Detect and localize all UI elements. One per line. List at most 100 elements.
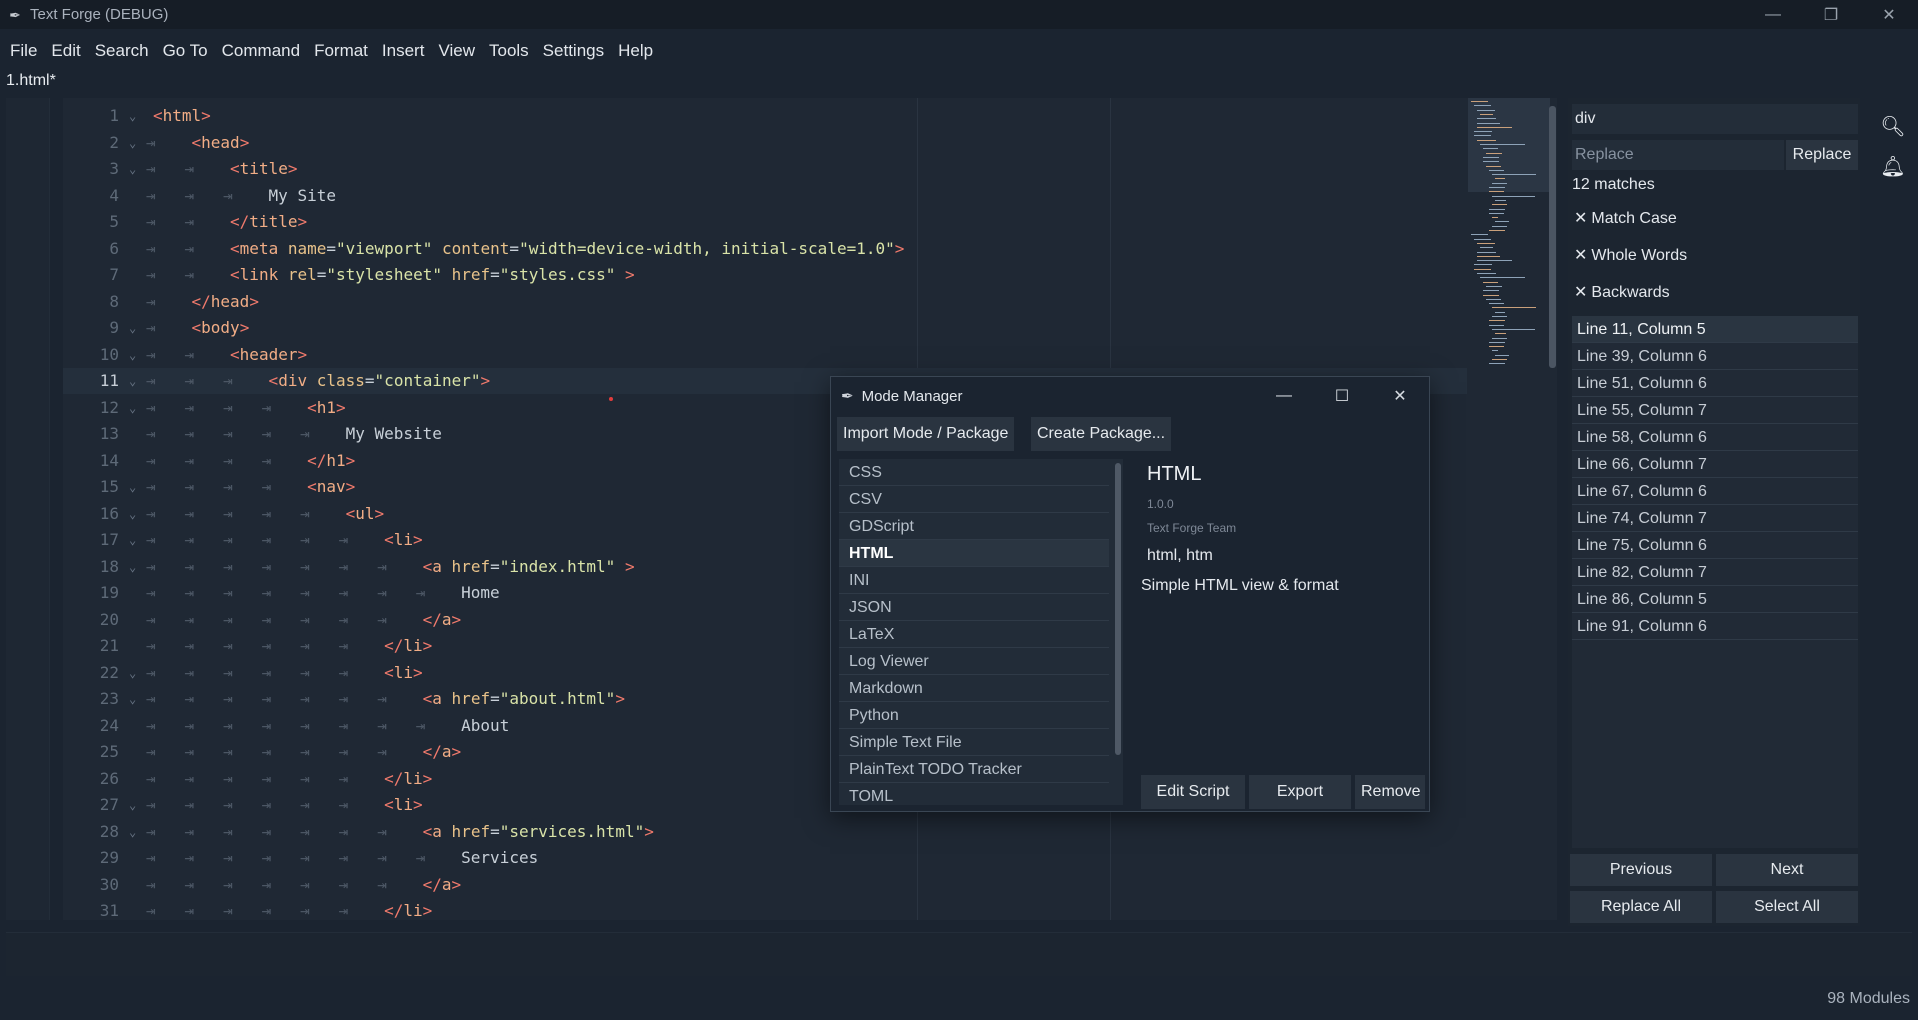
fold-chevron-icon[interactable]: ⌄ (129, 103, 136, 129)
code-line[interactable]: 2 ⌄ ⇥ <head> (63, 130, 1467, 156)
close-button[interactable]: ✕ (1860, 0, 1918, 29)
minimap[interactable] (1468, 98, 1550, 388)
code-line[interactable]: 4 ⇥ ⇥ ⇥ My Site (63, 183, 1467, 209)
fold-chevron-icon[interactable]: ⌄ (129, 527, 136, 553)
code-line[interactable]: 10 ⌄ ⇥ ⇥ <header> (63, 342, 1467, 368)
menu-insert[interactable]: Insert (382, 41, 425, 61)
mode-list-item[interactable]: JSON (839, 594, 1109, 621)
fold-chevron-icon[interactable]: ⌄ (129, 315, 136, 341)
search-result-item[interactable]: Line 58, Column 6 (1572, 424, 1858, 451)
mode-list-item[interactable]: LaTeX (839, 621, 1109, 648)
fold-chevron-icon[interactable]: ⌄ (129, 395, 136, 421)
option-label: Whole Words (1591, 247, 1688, 264)
mode-list-item[interactable]: CSS (839, 459, 1109, 486)
mode-list-item[interactable]: INI (839, 567, 1109, 594)
menu-search[interactable]: Search (95, 41, 149, 61)
search-input[interactable]: div (1572, 104, 1858, 134)
code-line[interactable]: 30 ⇥ ⇥ ⇥ ⇥ ⇥ ⇥ ⇥ </a> (63, 872, 1467, 898)
fold-chevron-icon[interactable]: ⌄ (129, 686, 136, 712)
fold-chevron-icon[interactable]: ⌄ (129, 368, 136, 394)
mode-list-scrollbar[interactable] (1115, 463, 1121, 755)
code-line[interactable]: 9 ⌄ ⇥ <body> (63, 315, 1467, 341)
import-mode-button[interactable]: Import Mode / Package (837, 417, 1015, 451)
menu-edit[interactable]: Edit (51, 41, 80, 61)
code-line[interactable]: 28 ⌄ ⇥ ⇥ ⇥ ⇥ ⇥ ⇥ ⇥ <a href="services.html"… (63, 819, 1467, 845)
fold-chevron-icon[interactable]: ⌄ (129, 156, 136, 182)
match-case-toggle[interactable]: ✕ Match Case (1574, 208, 1677, 228)
code-line[interactable]: 5 ⇥ ⇥ </title> (63, 209, 1467, 235)
search-result-item[interactable]: Line 82, Column 7 (1572, 559, 1858, 586)
fold-chevron-icon[interactable]: ⌄ (129, 474, 136, 500)
search-result-item[interactable]: Line 86, Column 5 (1572, 586, 1858, 613)
mode-list-item[interactable]: GDScript (839, 513, 1109, 540)
maximize-button[interactable]: ☐ (1313, 377, 1371, 415)
dialog-titlebar[interactable]: ✒ Mode Manager — ☐ ✕ (831, 377, 1429, 415)
next-button[interactable]: Next (1716, 854, 1858, 886)
search-result-item[interactable]: Line 66, Column 7 (1572, 451, 1858, 478)
menu-settings[interactable]: Settings (543, 41, 604, 61)
replace-input[interactable]: Replace (1572, 140, 1784, 170)
search-icon[interactable]: 🔍︎ (1876, 114, 1910, 154)
select-all-button[interactable]: Select All (1716, 891, 1858, 923)
code-line[interactable]: 8 ⇥ </head> (63, 289, 1467, 315)
export-button[interactable]: Export (1249, 775, 1351, 809)
menu-file[interactable]: File (10, 41, 37, 61)
search-result-item[interactable]: Line 11, Column 5 (1572, 316, 1858, 343)
code-line[interactable]: 31 ⇥ ⇥ ⇥ ⇥ ⇥ ⇥ </li> (63, 898, 1467, 920)
code-line[interactable]: 7 ⇥ ⇥ <link rel="stylesheet" href="styles… (63, 262, 1467, 288)
search-result-item[interactable]: Line 55, Column 7 (1572, 397, 1858, 424)
backwards-toggle[interactable]: ✕ Backwards (1574, 282, 1670, 302)
menu-view[interactable]: View (438, 41, 475, 61)
minimap-line (1483, 148, 1498, 150)
mode-list-item[interactable]: Python (839, 702, 1109, 729)
code-line[interactable]: 1 ⌄ <html> (63, 103, 1467, 129)
menu-command[interactable]: Command (222, 41, 300, 61)
replace-all-button[interactable]: Replace All (1570, 891, 1712, 923)
search-result-item[interactable]: Line 67, Column 6 (1572, 478, 1858, 505)
editor-scrollbar[interactable] (1549, 106, 1556, 368)
code-line[interactable]: 6 ⇥ ⇥ <meta name="viewport" content="widt… (63, 236, 1467, 262)
minimize-button[interactable]: — (1255, 377, 1313, 415)
search-result-item[interactable]: Line 74, Column 7 (1572, 505, 1858, 532)
mode-list-item[interactable]: TOML (839, 783, 1109, 805)
mode-list-item[interactable]: CSV (839, 486, 1109, 513)
search-result-item[interactable]: Line 75, Column 6 (1572, 532, 1858, 559)
fold-chevron-icon[interactable]: ⌄ (129, 792, 136, 818)
menu-go-to[interactable]: Go To (163, 41, 208, 61)
mode-list-item[interactable]: Markdown (839, 675, 1109, 702)
tab-file[interactable]: 1.html* (6, 72, 56, 94)
minimap-line (1474, 131, 1492, 133)
menu-format[interactable]: Format (314, 41, 368, 61)
maximize-button[interactable]: ❐ (1802, 0, 1860, 29)
mode-list-item[interactable]: PlainText TODO Tracker (839, 756, 1109, 783)
menu-help[interactable]: Help (618, 41, 653, 61)
close-button[interactable]: ✕ (1371, 377, 1429, 415)
dialog-controls: — ☐ ✕ (1255, 377, 1429, 415)
mode-list-item[interactable]: HTML (839, 540, 1109, 567)
fold-chevron-icon[interactable]: ⌄ (129, 660, 136, 686)
bell-icon[interactable]: 🔔︎ (1876, 154, 1910, 194)
fold-chevron-icon[interactable]: ⌄ (129, 554, 136, 580)
fold-chevron-icon[interactable]: ⌄ (129, 819, 136, 845)
code-line[interactable]: 3 ⌄ ⇥ ⇥ <title> (63, 156, 1467, 182)
minimize-button[interactable]: — (1744, 0, 1802, 29)
replace-button[interactable]: Replace (1786, 140, 1858, 170)
create-package-button[interactable]: Create Package... (1031, 417, 1172, 451)
search-result-item[interactable]: Line 39, Column 6 (1572, 343, 1858, 370)
mode-list-item[interactable]: Simple Text File (839, 729, 1109, 756)
fold-chevron-icon[interactable]: ⌄ (129, 342, 136, 368)
code-line[interactable]: 29 ⇥ ⇥ ⇥ ⇥ ⇥ ⇥ ⇥ ⇥ Services (63, 845, 1467, 871)
menu-tools[interactable]: Tools (489, 41, 529, 61)
edit-script-button[interactable]: Edit Script (1141, 775, 1245, 809)
mode-list-item[interactable]: Log Viewer (839, 648, 1109, 675)
indent-markers: ⇥ ⇥ (146, 344, 224, 364)
minimap-viewport[interactable] (1468, 98, 1550, 192)
fold-chevron-icon[interactable]: ⌄ (129, 501, 136, 527)
whole-words-toggle[interactable]: ✕ Whole Words (1574, 245, 1687, 265)
search-result-item[interactable]: Line 91, Column 6 (1572, 613, 1858, 640)
mode-list[interactable]: CSS CSV GDScript HTML INI JSON LaTeX Log Viewer… (839, 459, 1123, 805)
search-result-item[interactable]: Line 51, Column 6 (1572, 370, 1858, 397)
fold-chevron-icon[interactable]: ⌄ (129, 130, 136, 156)
previous-button[interactable]: Previous (1570, 854, 1712, 886)
remove-button[interactable]: Remove (1355, 775, 1425, 809)
